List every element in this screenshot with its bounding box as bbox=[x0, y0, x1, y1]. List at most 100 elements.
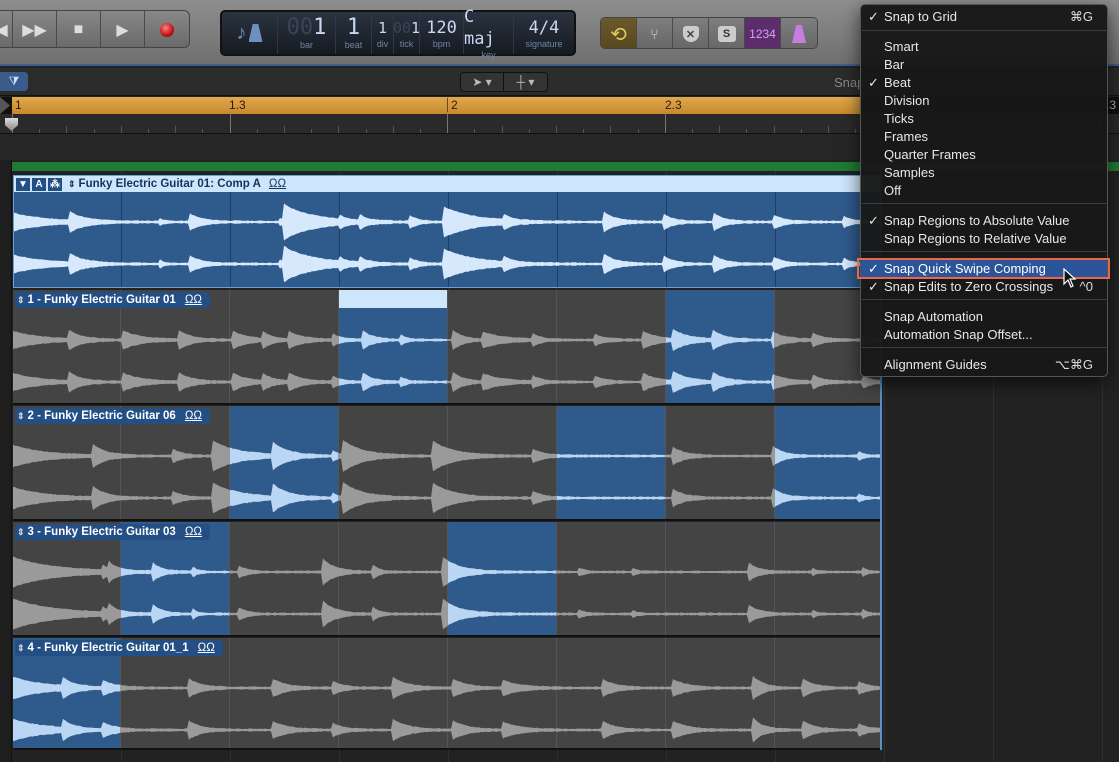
metronome-icon bbox=[792, 25, 806, 43]
bar-label: bar bbox=[299, 40, 313, 50]
tuner-button[interactable]: ⑂ bbox=[637, 18, 673, 48]
ruler-tick bbox=[39, 129, 41, 133]
take-lane[interactable]: ⇕ 4 - Funky Electric Guitar 01_1 ΩΩ bbox=[13, 638, 881, 750]
stop-button[interactable]: ■ bbox=[57, 11, 101, 47]
menu-item[interactable]: Snap Regions to Relative Value bbox=[861, 230, 1107, 248]
ruler-marker: 2.3 bbox=[665, 98, 682, 112]
beat-label: beat bbox=[344, 40, 363, 50]
ruler-marker: 1.3 bbox=[229, 98, 246, 112]
checkmark-icon: ✓ bbox=[868, 213, 879, 228]
lcd-display[interactable]: ♪ 001 bar 1 beat 1 div 001 tick 120 bpm … bbox=[220, 7, 576, 60]
tempo-value: 120 bbox=[426, 18, 457, 38]
collapse-takes-button[interactable]: ▼ bbox=[16, 177, 30, 191]
menu-item[interactable]: Quarter Frames bbox=[861, 146, 1107, 164]
bar-field[interactable]: 001 bar bbox=[278, 12, 336, 54]
cycle-button[interactable]: ⟲ bbox=[601, 18, 637, 48]
take-folder-menu-button[interactable]: A bbox=[32, 177, 46, 191]
menu-item-label: Beat bbox=[884, 75, 911, 90]
menu-item[interactable]: Automation Snap Offset... bbox=[861, 326, 1107, 344]
fast-forward-icon: ▶▶ bbox=[22, 22, 47, 39]
menu-item[interactable]: Ticks bbox=[861, 110, 1107, 128]
record-button[interactable] bbox=[145, 11, 189, 47]
ruler-tick bbox=[338, 126, 340, 133]
menu-item[interactable]: Bar bbox=[861, 56, 1107, 74]
tick-field[interactable]: 001 tick bbox=[392, 12, 420, 54]
menu-item-label: Automation Snap Offset... bbox=[884, 327, 1033, 342]
take-lane[interactable]: ⇕ 2 - Funky Electric Guitar 06 ΩΩ bbox=[13, 406, 881, 521]
solo-icon: S bbox=[717, 26, 736, 42]
menu-item[interactable]: Samples bbox=[861, 164, 1107, 182]
take-lane[interactable]: ⇕ 3 - Funky Electric Guitar 03 ΩΩ bbox=[13, 522, 881, 637]
bar-value: 1 bbox=[313, 15, 327, 40]
menu-item-shortcut: ^0 bbox=[1079, 279, 1093, 294]
filter-icon: ⧩ bbox=[8, 74, 20, 88]
command-click-tool-menu[interactable]: ┼ ▾ bbox=[504, 73, 547, 91]
beat-field[interactable]: 1 beat bbox=[336, 12, 372, 54]
cycle-icon: ⟲ bbox=[610, 23, 627, 46]
ruler-marker: 2 bbox=[447, 98, 458, 112]
tick-leading-zeros: 00 bbox=[392, 19, 412, 37]
menu-item[interactable]: Frames bbox=[861, 128, 1107, 146]
menu-item[interactable]: ✓ Beat bbox=[861, 74, 1107, 92]
take-name: 1 - Funky Electric Guitar 01 bbox=[27, 294, 176, 306]
menu-item-label: Off bbox=[884, 183, 902, 198]
ruler-tick bbox=[528, 129, 530, 133]
count-in-button[interactable]: 1234 bbox=[745, 18, 781, 48]
transport-controls: ◀ ▶▶ ■ ▶ bbox=[0, 10, 190, 48]
key-field[interactable]: C maj key bbox=[464, 7, 514, 60]
ruler-tick bbox=[746, 129, 748, 133]
tempo-field[interactable]: 120 bpm bbox=[420, 12, 464, 54]
comp-region[interactable]: ▼ A ⁂ ⇕ Funky Electric Guitar 01: Comp A … bbox=[13, 175, 881, 288]
menu-item-label: Ticks bbox=[884, 111, 914, 126]
take-label[interactable]: ⇕ 3 - Funky Electric Guitar 03 ΩΩ bbox=[15, 524, 211, 540]
take-label[interactable]: ⇕ 1 - Funky Electric Guitar 01 ΩΩ bbox=[15, 292, 211, 308]
signature-field[interactable]: 4/4 signature bbox=[514, 12, 574, 54]
replace-button[interactable]: ✕ bbox=[673, 18, 709, 48]
fast-forward-button[interactable]: ▶▶ bbox=[13, 11, 57, 47]
take-label[interactable]: ⇕ 4 - Funky Electric Guitar 01_1 ΩΩ bbox=[15, 640, 223, 656]
comp-title: Funky Electric Guitar 01: Comp A bbox=[78, 178, 261, 190]
div-field[interactable]: 1 div bbox=[372, 12, 394, 54]
ruler-tick bbox=[501, 126, 503, 133]
play-button[interactable]: ▶ bbox=[101, 11, 145, 47]
menu-item[interactable]: Division bbox=[861, 92, 1107, 110]
menu-item[interactable]: Snap Automation bbox=[861, 308, 1107, 326]
beat-value: 1 bbox=[346, 15, 361, 40]
ruler-tick bbox=[664, 113, 666, 133]
ruler-tick bbox=[365, 129, 367, 133]
ruler-tick bbox=[229, 113, 231, 133]
menu-item[interactable]: ✓ Snap Regions to Absolute Value bbox=[861, 212, 1107, 230]
ruler-tick bbox=[420, 129, 421, 133]
play-icon: ▶ bbox=[116, 22, 129, 39]
solo-button[interactable]: S bbox=[709, 18, 745, 48]
menu-item-label: Snap Automation bbox=[884, 309, 984, 324]
catch-playhead-button[interactable]: ⧩ bbox=[0, 72, 28, 91]
menu-item-label: Alignment Guides bbox=[884, 357, 987, 372]
menu-separator bbox=[862, 251, 1108, 252]
ruler-tick bbox=[311, 129, 313, 133]
flex-icon: ΩΩ bbox=[268, 178, 287, 190]
waveform bbox=[13, 436, 881, 476]
mouse-cursor-icon bbox=[1063, 268, 1077, 288]
ruler-tick bbox=[556, 126, 557, 133]
rewind-button[interactable]: ◀ bbox=[0, 11, 13, 47]
menu-item[interactable]: Off bbox=[861, 182, 1107, 200]
waveform bbox=[14, 244, 880, 284]
cycle-area[interactable] bbox=[12, 97, 860, 114]
menu-item-label: Samples bbox=[884, 165, 935, 180]
count-in-icon: 1234 bbox=[749, 27, 776, 41]
menu-item[interactable]: ✓ Snap to Grid ⌘G bbox=[861, 8, 1107, 26]
comp-selection-header bbox=[339, 290, 447, 308]
menu-item[interactable]: Smart bbox=[861, 38, 1107, 56]
lcd-mode-icons[interactable]: ♪ bbox=[222, 12, 278, 54]
pointer-tool-icon: ➤ ▾ bbox=[472, 75, 492, 89]
quick-swipe-toggle-button[interactable]: ⁂ bbox=[48, 177, 62, 191]
left-click-tool-menu[interactable]: ➤ ▾ bbox=[461, 73, 504, 91]
menu-item-label: Snap Edits to Zero Crossings bbox=[884, 279, 1054, 294]
metronome-button[interactable] bbox=[781, 18, 817, 48]
menu-item[interactable]: Alignment Guides ⌥⌘G bbox=[861, 356, 1107, 374]
take-label[interactable]: ⇕ 2 - Funky Electric Guitar 06 ΩΩ bbox=[15, 408, 211, 424]
ruler-tick bbox=[202, 129, 204, 133]
take-lane[interactable]: ⇕ 1 - Funky Electric Guitar 01 ΩΩ bbox=[13, 290, 881, 405]
take-name: 3 - Funky Electric Guitar 03 bbox=[27, 526, 176, 538]
